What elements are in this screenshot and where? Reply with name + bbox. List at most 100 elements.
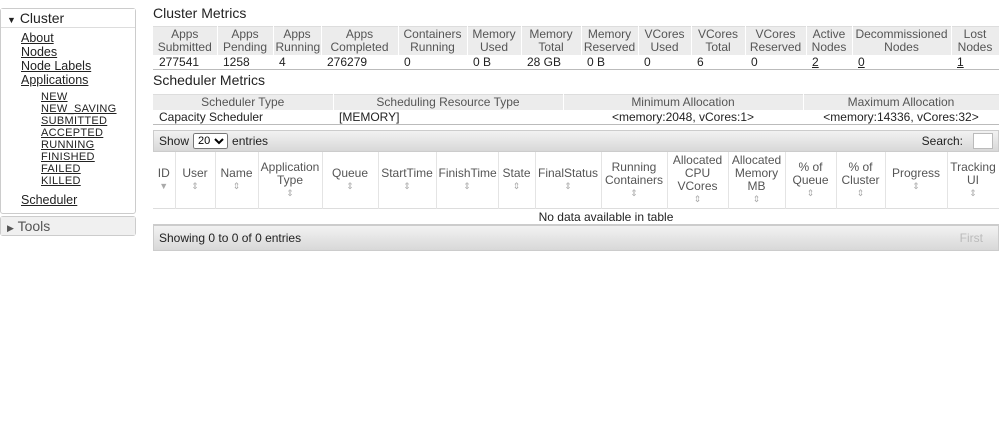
column-label: Allocated CPU VCores — [672, 153, 723, 193]
metric-header: VCores Used — [638, 26, 692, 55]
column-header[interactable]: Running Containers ⇕ — [601, 152, 668, 209]
metric-value[interactable]: 2 — [806, 55, 852, 70]
nav-state-finished[interactable]: FINISHED — [41, 151, 95, 163]
sort-icon: ⇕ — [912, 181, 920, 191]
metric-value: 0 — [745, 55, 806, 70]
search-label: Search: — [921, 134, 963, 148]
metric-link[interactable]: 0 — [858, 55, 865, 69]
column-label: FinishTime — [438, 166, 497, 180]
metric-value: 28 GB — [521, 55, 581, 70]
column-label: Application Type — [260, 159, 320, 187]
metric-header: Apps Pending — [217, 26, 274, 55]
column-label: User — [182, 166, 208, 180]
sort-icon: ⇕ — [564, 181, 572, 191]
apps-footer: Showing 0 to 0 of 0 entries First — [153, 225, 999, 251]
sort-icon: ⇕ — [969, 187, 977, 198]
metric-header: VCores Total — [691, 26, 746, 55]
column-label: Queue — [331, 166, 369, 180]
column-label: % of Cluster — [841, 159, 880, 187]
metric-value: 0 — [398, 55, 467, 70]
scheduler-header: Scheduling Resource Type — [333, 94, 564, 110]
scheduler-value: [MEMORY] — [333, 110, 563, 125]
column-header[interactable]: ID ▼ — [153, 152, 176, 209]
sort-icon: ⇕ — [512, 181, 521, 191]
metric-link[interactable]: 2 — [812, 55, 819, 69]
sort-icon: ⇕ — [630, 187, 638, 198]
column-header[interactable]: State ⇕ — [498, 152, 536, 209]
metric-value[interactable]: 0 — [852, 55, 951, 70]
column-label: Running Containers — [604, 159, 664, 187]
nav-state-new[interactable]: NEW — [41, 91, 68, 103]
metric-value[interactable]: 1 — [951, 55, 999, 70]
column-header[interactable]: Progress ⇕ — [885, 152, 948, 209]
column-header[interactable]: Allocated CPU VCores ⇕ — [667, 152, 729, 209]
column-label: FinalStatus — [537, 166, 599, 180]
nav-state-killed[interactable]: KILLED — [41, 175, 81, 187]
cluster-metrics-title: Cluster Metrics — [153, 5, 247, 21]
column-header[interactable]: StartTime ⇕ — [378, 152, 437, 209]
cluster-metrics-table: Apps Submitted Apps Pending Apps Running Ap… — [153, 26, 999, 70]
column-header[interactable]: Allocated Memory MB ⇕ — [728, 152, 786, 209]
column-header[interactable]: % of Queue ⇕ — [785, 152, 837, 209]
scheduler-header: Scheduler Type — [153, 94, 334, 110]
metric-value: 0 B — [581, 55, 638, 70]
scheduler-value: Capacity Scheduler — [153, 110, 333, 125]
sort-icon: ⇕ — [346, 181, 354, 191]
column-header[interactable]: Name ⇕ — [215, 152, 259, 209]
nav-state-failed[interactable]: FAILED — [41, 163, 81, 175]
nav-applications[interactable]: Applications — [21, 73, 88, 87]
metric-value: 277541 — [153, 55, 217, 70]
cluster-toggle[interactable]: ▼ Cluster — [1, 9, 135, 28]
column-label: Allocated Memory MB — [731, 153, 782, 193]
nav-state-running[interactable]: RUNNING — [41, 139, 94, 151]
cluster-label: Cluster — [19, 10, 65, 26]
metric-header: Decommissioned Nodes — [852, 26, 952, 55]
sort-icon: ⇕ — [806, 187, 815, 198]
metric-header: Memory Total — [521, 26, 582, 55]
nav-state-submitted[interactable]: SUBMITTED — [41, 115, 107, 127]
nav-nodes[interactable]: Nodes — [21, 45, 57, 59]
scheduler-value: <memory:2048, vCores:1> — [563, 110, 803, 125]
nav-scheduler[interactable]: Scheduler — [21, 193, 77, 207]
scheduler-metrics-title: Scheduler Metrics — [153, 72, 266, 88]
scheduler-value: <memory:14336, vCores:32> — [803, 110, 999, 125]
metric-value: 0 B — [467, 55, 521, 70]
tools-toggle[interactable]: ▶ Tools — [1, 217, 135, 235]
sort-icon: ⇕ — [232, 181, 241, 191]
column-label: Tracking UI — [950, 159, 996, 187]
column-header[interactable]: FinalStatus ⇕ — [535, 152, 602, 209]
column-header[interactable]: Application Type ⇕ — [258, 152, 323, 209]
column-label: % of Queue — [792, 159, 829, 187]
sort-icon: ⇕ — [693, 194, 702, 204]
metric-link[interactable]: 1 — [957, 55, 964, 69]
first-page-button[interactable]: First — [960, 231, 983, 245]
metric-header: Memory Used — [467, 26, 522, 55]
column-header[interactable]: % of Cluster ⇕ — [836, 152, 886, 209]
column-label: StartTime — [381, 166, 433, 180]
metric-value: 6 — [691, 55, 745, 70]
column-header[interactable]: Queue ⇕ — [322, 152, 379, 209]
scheduler-header: Minimum Allocation — [563, 94, 804, 110]
nav-state-accepted[interactable]: ACCEPTED — [41, 127, 103, 139]
nav-about[interactable]: About — [21, 31, 54, 45]
metric-header: Apps Submitted — [153, 26, 218, 55]
metric-header: Lost Nodes — [951, 26, 999, 55]
sort-icon: ⇕ — [856, 187, 865, 198]
metric-header: Active Nodes — [806, 26, 853, 55]
nav-node-labels[interactable]: Node Labels — [21, 59, 91, 73]
column-header[interactable]: Tracking UI ⇕ — [947, 152, 999, 209]
cluster-section: ▼ Cluster About Nodes Node Labels Applic… — [0, 8, 136, 214]
applications-table: ID ▼ User ⇕ Name ⇕ Application Type ⇕ Queue ⇕ Star… — [153, 152, 999, 225]
column-label: State — [502, 166, 531, 180]
column-header[interactable]: FinishTime ⇕ — [436, 152, 499, 209]
metric-value: 276279 — [321, 55, 398, 70]
caret-right-icon: ▶ — [7, 223, 14, 233]
metric-header: VCores Reserved — [745, 26, 807, 55]
nav-state-new-saving[interactable]: NEW_SAVING — [41, 103, 117, 115]
column-header[interactable]: User ⇕ — [175, 152, 216, 209]
metric-value: 4 — [273, 55, 321, 70]
page-size-select[interactable]: 20 — [193, 133, 229, 149]
search-input[interactable] — [973, 133, 993, 149]
scheduler-metrics-table: Scheduler Type Scheduling Resource Type Mi… — [153, 94, 999, 125]
metric-header: Containers Running — [398, 26, 468, 55]
